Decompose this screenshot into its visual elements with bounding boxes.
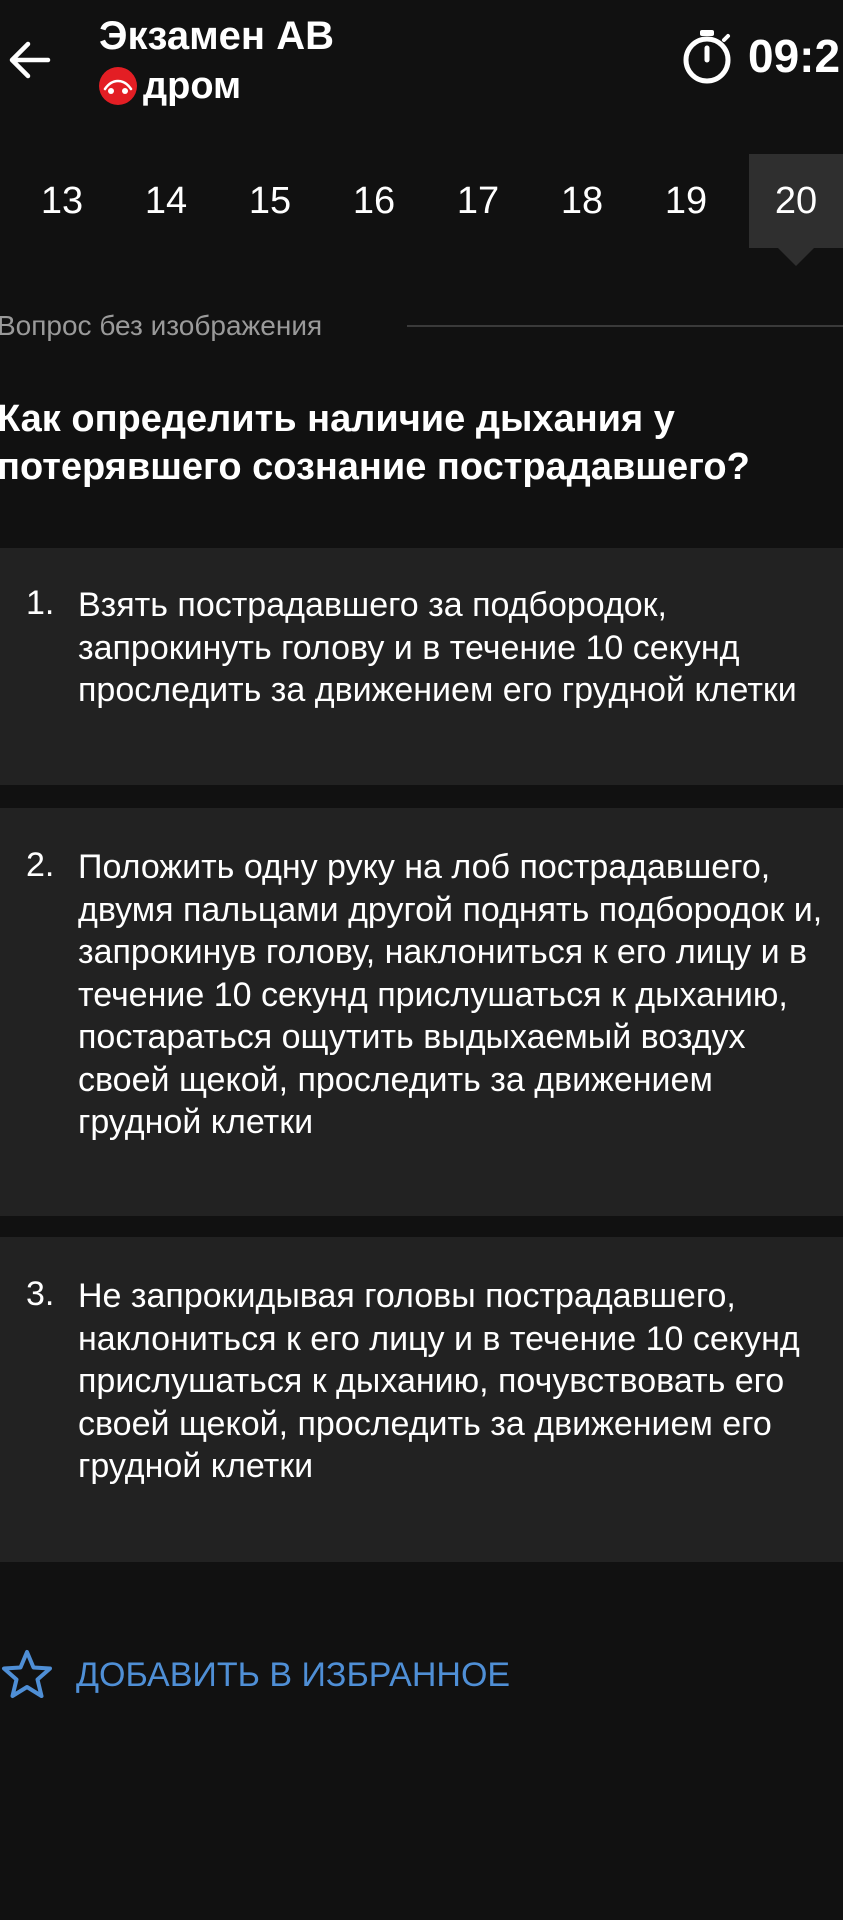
page-title: Экзамен АВ <box>99 14 334 58</box>
tab-17[interactable]: 17 <box>431 154 525 248</box>
arrow-left-icon <box>9 41 51 79</box>
brand-name: дром <box>143 64 242 107</box>
answer-option-3[interactable]: 3. Не запрокидывая головы пострадавшего,… <box>0 1237 843 1562</box>
answer-option-1[interactable]: 1. Взять пострадавшего за подбородок, за… <box>0 548 843 785</box>
tab-19[interactable]: 19 <box>639 154 733 248</box>
answer-number: 1. <box>26 584 55 622</box>
answer-text: Не запрокидывая головы пострадавшего, на… <box>78 1277 800 1485</box>
answer-number: 2. <box>26 846 55 884</box>
tab-15[interactable]: 15 <box>223 154 317 248</box>
star-outline-icon <box>2 1650 52 1698</box>
add-to-favorites-label: ДОБАВИТЬ В ИЗБРАННОЕ <box>76 1655 511 1694</box>
divider <box>407 325 843 327</box>
tab-14[interactable]: 14 <box>119 154 213 248</box>
add-to-favorites-button[interactable]: ДОБАВИТЬ В ИЗБРАННОЕ <box>0 1645 510 1705</box>
timer-text: 09:2 <box>748 30 841 82</box>
answer-text: Положить одну руку на лоб пострадавшего,… <box>78 848 823 1141</box>
question-tabs: 13 14 15 16 17 18 19 20 <box>15 154 843 266</box>
question-text: Как определить наличие дыхания у потеряв… <box>0 398 750 488</box>
stopwatch-icon <box>683 30 731 84</box>
answer-number: 3. <box>26 1275 55 1313</box>
answer-option-2[interactable]: 2. Положить одну руку на лоб пострадавше… <box>0 808 843 1216</box>
tab-20[interactable]: 20 <box>749 154 843 266</box>
drom-logo-icon <box>99 67 137 105</box>
timer: 09:2 <box>680 28 840 84</box>
back-button[interactable] <box>0 20 60 100</box>
tab-13[interactable]: 13 <box>15 154 109 248</box>
brand: дром <box>99 64 241 108</box>
answer-text: Взять пострадавшего за подбородок, запро… <box>78 586 797 709</box>
tab-16[interactable]: 16 <box>327 154 421 248</box>
question-type-label: Вопрос без изображения <box>0 310 323 341</box>
tab-18[interactable]: 18 <box>535 154 629 248</box>
app-bar: Экзамен АВ дром 09:2 <box>0 0 843 130</box>
